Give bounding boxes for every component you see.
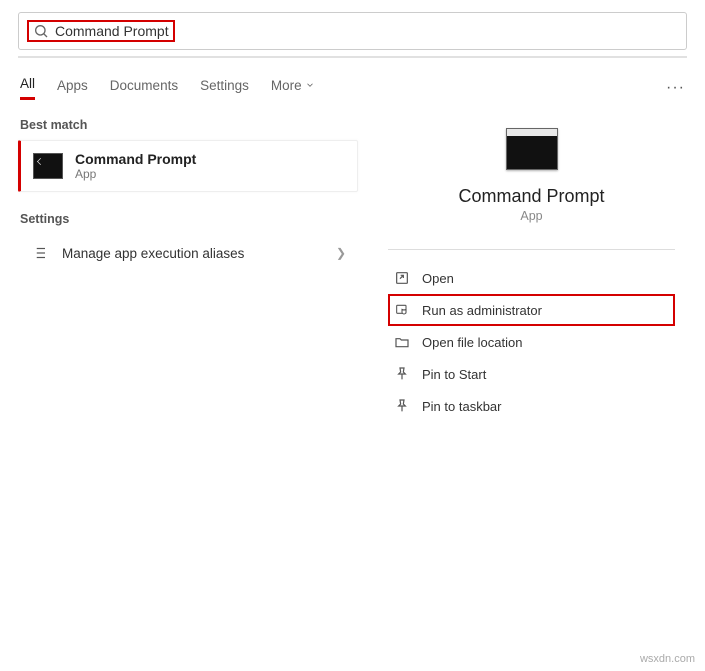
- tab-apps[interactable]: Apps: [57, 78, 88, 99]
- preview-title: Command Prompt: [458, 186, 604, 207]
- action-open-label: Open: [422, 271, 454, 286]
- command-prompt-icon: [33, 153, 63, 179]
- action-open[interactable]: Open: [388, 262, 675, 294]
- shield-admin-icon: [394, 302, 410, 318]
- folder-icon: [394, 334, 410, 350]
- preview-subtitle: App: [520, 209, 542, 223]
- best-match-result[interactable]: Command Prompt App: [18, 140, 358, 192]
- search-highlight-box: Command Prompt: [27, 20, 175, 42]
- search-underline: [18, 56, 687, 58]
- tab-more[interactable]: More: [271, 78, 315, 99]
- result-title: Command Prompt: [75, 151, 196, 167]
- results-column: Best match Command Prompt App Settings M…: [18, 118, 358, 422]
- action-pin-to-start[interactable]: Pin to Start: [388, 358, 675, 390]
- tab-all[interactable]: All: [20, 76, 35, 100]
- search-icon: [33, 23, 49, 39]
- search-bar[interactable]: Command Prompt: [18, 12, 687, 50]
- action-run-as-administrator[interactable]: Run as administrator: [388, 294, 675, 326]
- pin-icon: [394, 398, 410, 414]
- command-prompt-icon-large: [506, 128, 558, 170]
- tab-settings[interactable]: Settings: [200, 78, 249, 99]
- tab-more-label: More: [271, 78, 302, 93]
- filter-tabs: All Apps Documents Settings More ···: [0, 58, 705, 108]
- content-area: Best match Command Prompt App Settings M…: [0, 108, 705, 422]
- app-preview: Command Prompt App: [388, 128, 675, 223]
- settings-item-aliases[interactable]: Manage app execution aliases ❯: [18, 234, 358, 272]
- settings-item-label: Manage app execution aliases: [62, 246, 244, 261]
- action-run-admin-label: Run as administrator: [422, 303, 542, 318]
- pin-icon: [394, 366, 410, 382]
- open-icon: [394, 270, 410, 286]
- action-pin-taskbar-label: Pin to taskbar: [422, 399, 502, 414]
- settings-row-left: Manage app execution aliases: [30, 244, 244, 262]
- chevron-right-icon: ❯: [336, 246, 346, 260]
- action-list: Open Run as administrator Open file loca…: [388, 262, 675, 422]
- result-subtitle: App: [75, 167, 196, 181]
- watermark: wsxdn.com: [640, 653, 695, 665]
- aliases-icon: [30, 244, 48, 262]
- action-open-file-location[interactable]: Open file location: [388, 326, 675, 358]
- divider: [388, 249, 675, 250]
- best-match-label: Best match: [18, 118, 358, 132]
- action-pin-to-taskbar[interactable]: Pin to taskbar: [388, 390, 675, 422]
- preview-column: Command Prompt App Open Run as administr…: [358, 118, 705, 422]
- chevron-down-icon: [305, 80, 315, 90]
- more-options-button[interactable]: ···: [666, 79, 685, 97]
- action-pin-start-label: Pin to Start: [422, 367, 486, 382]
- best-match-text: Command Prompt App: [75, 151, 196, 181]
- settings-section-label: Settings: [18, 212, 358, 226]
- tab-documents[interactable]: Documents: [110, 78, 178, 99]
- search-query-text: Command Prompt: [55, 23, 169, 39]
- action-open-location-label: Open file location: [422, 335, 522, 350]
